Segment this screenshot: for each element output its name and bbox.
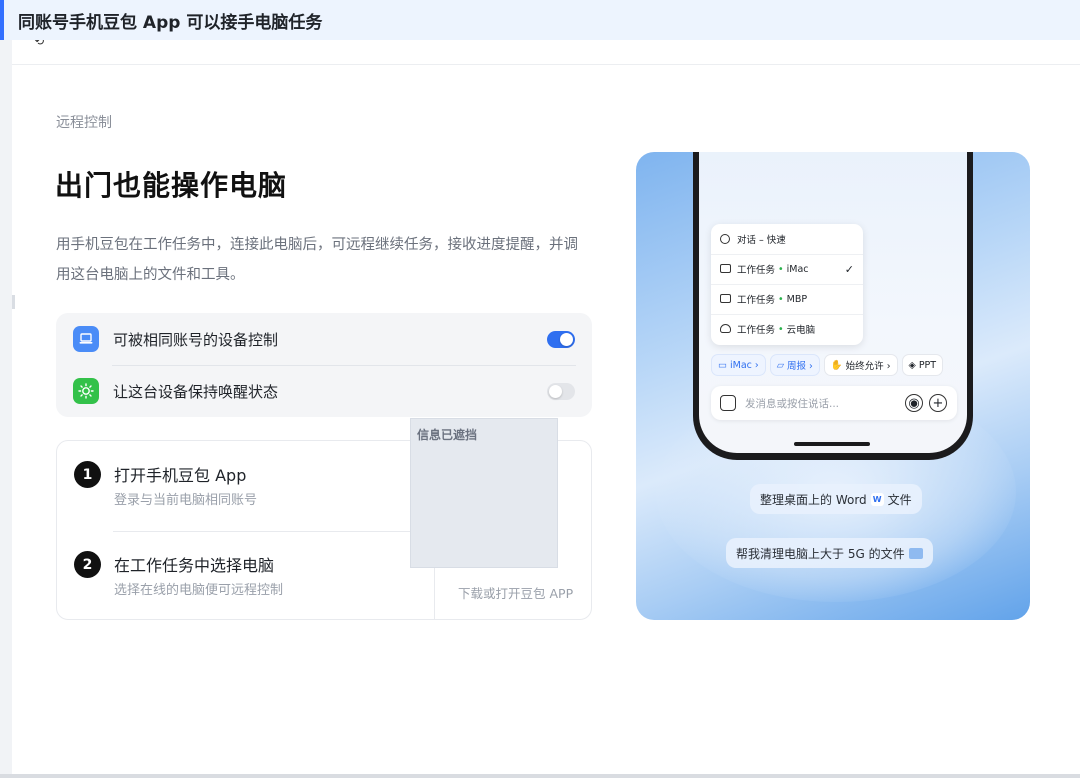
remote-control-window: ⟲ 远程控制 出门也能操作电脑 用手机豆包在工作任务中，连接此电脑后，可远程继续… <box>12 34 1080 776</box>
online-dot: • <box>778 293 784 305</box>
chip-label: PPT <box>918 359 937 371</box>
keep-awake-toggle[interactable] <box>547 382 575 400</box>
folder-icon <box>908 547 923 559</box>
menu-item-imac[interactable]: 工作任务 • iMac ✓ <box>711 254 863 284</box>
menu-item-device: MBP <box>786 293 808 305</box>
chip-imac[interactable]: ▭ iMac › <box>711 354 766 376</box>
laptop-icon <box>720 294 731 303</box>
setting-label: 让这台设备保持唤醒状态 <box>113 382 279 401</box>
chat-icon <box>720 234 730 244</box>
home-indicator <box>794 442 870 446</box>
camera-icon[interactable] <box>720 395 736 411</box>
chat-input[interactable]: 发消息或按住说话... ◉ + <box>711 386 957 420</box>
page-title: 出门也能操作电脑 <box>55 169 288 202</box>
phone-screen: 对话 – 快速 工作任务 • iMac ✓ 工作任务 • MBP 工作任务 • … <box>699 152 967 453</box>
menu-item-mbp[interactable]: 工作任务 • MBP <box>711 284 863 314</box>
qr-caption: 下载或打开豆包 APP <box>458 586 574 601</box>
step-subtitle: 登录与当前电脑相同账号 <box>114 493 258 508</box>
online-dot: • <box>778 263 784 275</box>
bubble-text: 帮我清理电脑上大于 5G 的文件 <box>736 546 905 561</box>
step-title: 在工作任务中选择电脑 <box>114 556 275 575</box>
banner-title: 同账号手机豆包 App 可以接手电脑任务 <box>18 12 323 33</box>
check-icon: ✓ <box>844 262 854 276</box>
chip-always-allow[interactable]: ✋ 始终允许 › <box>823 354 898 376</box>
setting-row-device-control: 可被相同账号的设备控制 <box>56 313 592 365</box>
menu-item-device: 云电脑 <box>786 325 816 336</box>
cloud-icon <box>720 324 731 333</box>
device-control-toggle[interactable] <box>547 330 575 348</box>
settings-card: 可被相同账号的设备控制 让这台设备保持唤醒状态 <box>56 313 592 417</box>
step-number: 2 <box>74 551 101 578</box>
menu-item-label: 工作任务 <box>737 265 776 276</box>
hand-icon: ✋ <box>830 359 843 371</box>
menu-item-device: iMac <box>786 263 809 275</box>
section-label: 远程控制 <box>56 115 112 131</box>
prompt-bubble: 整理桌面上的 Word W 文件 <box>750 484 922 514</box>
device-menu: 对话 – 快速 工作任务 • iMac ✓ 工作任务 • MBP 工作任务 • … <box>711 224 863 345</box>
word-icon: W <box>870 492 884 506</box>
online-dot: • <box>778 323 784 335</box>
menu-item-cloud[interactable]: 工作任务 • 云电脑 <box>711 314 863 344</box>
chip-label: iMac › <box>729 359 759 371</box>
laptop-icon: ▭ <box>718 359 727 371</box>
chip-weekly-report[interactable]: ▱ 周报 › <box>769 354 820 376</box>
step-title: 打开手机豆包 App <box>114 466 247 485</box>
divider <box>113 531 435 532</box>
sun-icon <box>73 378 99 404</box>
menu-item-label: 工作任务 <box>737 295 776 306</box>
annotation-banner: 同账号手机豆包 App 可以接手电脑任务 <box>0 0 1080 40</box>
plus-icon[interactable]: + <box>929 394 947 412</box>
page-description: 用手机豆包在工作任务中，连接此电脑后，可远程继续任务，接收进度提醒，并调用这台电… <box>56 237 578 283</box>
window-topbar: ⟲ <box>12 34 1080 65</box>
chip-row: ▭ iMac › ▱ 周报 › ✋ 始终允许 › ◈ PPT <box>711 354 957 376</box>
chat-input-placeholder: 发消息或按住说话... <box>745 398 840 410</box>
folder-icon: ▱ <box>776 359 784 371</box>
bubble-text: 文件 <box>887 492 912 507</box>
chip-label: 周报 › <box>787 361 813 372</box>
setting-label: 可被相同账号的设备控制 <box>113 330 279 349</box>
menu-item-label: 工作任务 <box>737 325 776 336</box>
phone-mockup: 对话 – 快速 工作任务 • iMac ✓ 工作任务 • MBP 工作任务 • … <box>693 152 973 460</box>
layers-icon: ◈ <box>908 359 916 371</box>
laptop-icon <box>73 326 99 352</box>
bottom-scrollbar <box>0 774 1080 778</box>
hero-illustration: 对话 – 快速 工作任务 • iMac ✓ 工作任务 • MBP 工作任务 • … <box>636 152 1030 620</box>
menu-item-label: 对话 – 快速 <box>737 235 786 246</box>
redacted-region: 信息已遮挡 <box>410 418 558 568</box>
setting-row-keep-awake: 让这台设备保持唤醒状态 <box>56 365 592 417</box>
chip-ppt[interactable]: ◈ PPT <box>901 354 944 376</box>
voice-icon[interactable]: ◉ <box>905 394 923 412</box>
laptop-icon <box>720 264 731 273</box>
step-subtitle: 选择在线的电脑便可远程控制 <box>114 583 284 598</box>
chip-label: 始终允许 › <box>845 361 891 372</box>
sidebar-edge <box>12 295 15 309</box>
bubble-text: 整理桌面上的 Word <box>760 492 867 507</box>
step-number: 1 <box>74 461 101 488</box>
menu-item-chat[interactable]: 对话 – 快速 <box>711 224 863 254</box>
redaction-label: 信息已遮挡 <box>417 428 478 442</box>
prompt-bubble: 帮我清理电脑上大于 5G 的文件 <box>726 538 933 568</box>
